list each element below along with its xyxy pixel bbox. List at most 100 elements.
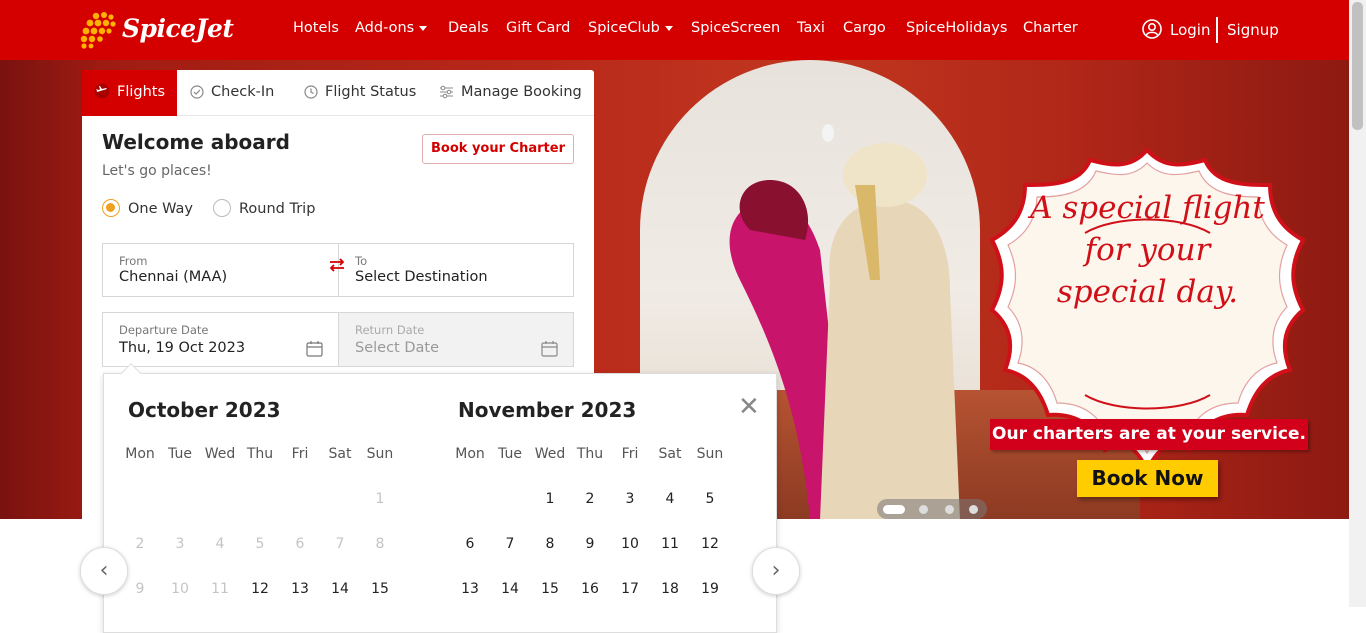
welcome-heading: Welcome aboard (102, 130, 290, 154)
spicejet-logo[interactable]: SpiceJet (78, 10, 234, 50)
calendar-day[interactable]: 11 (650, 536, 690, 552)
carousel-dot-4[interactable] (969, 505, 978, 514)
tab-manage-booking[interactable]: Manage Booking (439, 70, 582, 116)
radio-unselected-icon (213, 199, 231, 217)
nav-spicescreen[interactable]: SpiceScreen (691, 20, 780, 36)
signup-link[interactable]: Signup (1227, 21, 1279, 39)
calendar-day[interactable]: 13 (450, 581, 490, 597)
tab-flight-status[interactable]: Flight Status (304, 70, 416, 116)
calendar-day[interactable]: 13 (280, 581, 320, 597)
trip-one-way-radio[interactable]: One Way (102, 199, 193, 217)
page-scrollbar[interactable] (1349, 0, 1366, 607)
calendar-day[interactable]: 2 (570, 491, 610, 507)
nav-hotels[interactable]: Hotels (293, 20, 339, 36)
month-title-october: October 2023 (128, 398, 281, 422)
calendar-day[interactable]: 1 (530, 491, 570, 507)
trip-round-trip-radio[interactable]: Round Trip (213, 199, 315, 217)
weekday-header: Sat (328, 446, 352, 462)
weekday-header: Mon (455, 446, 485, 462)
welcome-subtitle: Let's go places! (102, 163, 212, 179)
nav-gift-card[interactable]: Gift Card (506, 20, 570, 36)
swap-icon[interactable] (328, 256, 346, 279)
nav-charter[interactable]: Charter (1023, 20, 1078, 36)
calendar-day[interactable]: 6 (450, 536, 490, 552)
header-bar: SpiceJet Hotels Add-ons Deals Gift Card … (0, 0, 1349, 60)
book-charter-button[interactable]: Book your Charter (422, 134, 574, 164)
nav-deals[interactable]: Deals (448, 20, 489, 36)
carousel-dot-2[interactable] (919, 505, 928, 514)
calendar-day[interactable]: 12 (240, 581, 280, 597)
calendar-day[interactable]: 9 (570, 536, 610, 552)
book-now-button[interactable]: Book Now (1077, 460, 1218, 497)
calendar-day: 3 (175, 536, 185, 552)
tab-flights[interactable]: Flights (82, 70, 177, 116)
calendar-day[interactable]: 15 (360, 581, 400, 597)
calendar-icon (306, 341, 323, 357)
chevron-down-icon (664, 25, 673, 31)
tab-check-in[interactable]: Check-In (190, 70, 274, 116)
nav-add-ons[interactable]: Add-ons (355, 20, 428, 36)
sliders-icon (440, 85, 453, 99)
weekday-header: Fri (621, 446, 639, 462)
weekday-header: Sun (366, 446, 394, 462)
carousel-dot-3[interactable] (945, 505, 954, 514)
scrollbar-thumb[interactable] (1352, 2, 1363, 130)
next-month-button[interactable]: › (752, 547, 800, 595)
date-picker: October 2023 November 2023 ✕ Mon Tue Wed Th… (103, 363, 777, 633)
month-title-november: November 2023 (458, 398, 637, 422)
chevron-down-icon (419, 25, 428, 31)
weekday-header: Tue (498, 446, 522, 462)
calendar-day: 2 (135, 536, 145, 552)
calendar-day[interactable]: 8 (530, 536, 570, 552)
nav-spiceclub[interactable]: SpiceClub (588, 20, 673, 36)
weekday-header: Thu (246, 446, 274, 462)
logo-text: SpiceJet (122, 14, 234, 43)
calendar-day[interactable]: 14 (320, 581, 360, 597)
calendar-day: 8 (375, 536, 385, 552)
calendar-day: 5 (255, 536, 265, 552)
calendar-day[interactable]: 16 (570, 581, 610, 597)
divider (1216, 17, 1218, 43)
return-date-field[interactable]: Return Date Select Date (338, 312, 574, 367)
calendar-day: 11 (211, 581, 229, 597)
calendar-day[interactable]: 17 (610, 581, 650, 597)
calendar-day[interactable]: 5 (690, 491, 730, 507)
weekday-header: Mon (125, 446, 155, 462)
nav-taxi[interactable]: Taxi (797, 20, 825, 36)
weekday-header: Thu (576, 446, 604, 462)
from-value: Chennai (MAA) (119, 269, 228, 285)
calendar-day[interactable]: 10 (610, 536, 650, 552)
calendar-day[interactable]: 18 (650, 581, 690, 597)
weekday-header: Sun (696, 446, 724, 462)
carousel-dot-1[interactable] (883, 505, 905, 514)
return-label: Return Date (355, 323, 425, 337)
carousel-indicators (877, 499, 987, 519)
weekday-header: Wed (204, 446, 236, 462)
calendar-day[interactable]: 19 (690, 581, 730, 597)
calendar-day[interactable]: 15 (530, 581, 570, 597)
calendar-day: 4 (215, 536, 225, 552)
promo-headline-line3: special day. (1056, 274, 1239, 310)
departure-label: Departure Date (119, 323, 209, 337)
weekday-header: Fri (291, 446, 309, 462)
departure-date-field[interactable]: Departure Date Thu, 19 Oct 2023 (102, 312, 339, 367)
to-field[interactable]: To Select Destination (338, 243, 574, 297)
close-icon[interactable]: ✕ (738, 394, 760, 420)
calendar-day[interactable]: 14 (490, 581, 530, 597)
calendar-day: 7 (335, 536, 345, 552)
nav-spiceholidays[interactable]: SpiceHolidays (906, 20, 1007, 36)
from-field[interactable]: From Chennai (MAA) (102, 243, 339, 297)
login-link[interactable]: Login (1142, 19, 1210, 39)
calendar-day[interactable]: 7 (490, 536, 530, 552)
to-placeholder: Select Destination (355, 269, 488, 285)
user-icon (1142, 19, 1162, 39)
weekday-header: Tue (168, 446, 192, 462)
from-label: From (119, 254, 148, 268)
calendar-day[interactable]: 3 (610, 491, 650, 507)
logo-dots-icon (80, 12, 116, 49)
calendar-day[interactable]: 12 (690, 536, 730, 552)
nav-cargo[interactable]: Cargo (843, 20, 886, 36)
prev-month-button[interactable]: ‹ (80, 547, 128, 595)
booking-tabs: Flights Check-In Flight Status Manage Bo… (82, 70, 594, 116)
calendar-day[interactable]: 4 (650, 491, 690, 507)
